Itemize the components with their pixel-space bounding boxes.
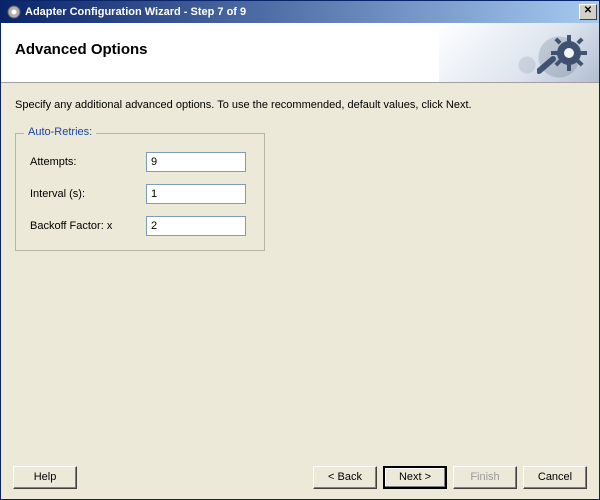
group-legend: Auto-Retries: bbox=[24, 126, 96, 138]
content-area: Specify any additional advanced options.… bbox=[1, 83, 599, 455]
backoff-row: Backoff Factor: x bbox=[30, 216, 250, 236]
attempts-label: Attempts: bbox=[30, 156, 146, 168]
interval-input[interactable] bbox=[146, 184, 246, 204]
backoff-input[interactable] bbox=[146, 216, 246, 236]
backoff-label: Backoff Factor: x bbox=[30, 220, 146, 232]
button-bar: Help < Back Next > Finish Cancel bbox=[1, 455, 599, 499]
header-panel: Advanced Options bbox=[1, 23, 599, 83]
app-icon bbox=[7, 5, 21, 19]
titlebar: Adapter Configuration Wizard - Step 7 of… bbox=[1, 1, 599, 23]
wizard-window: Adapter Configuration Wizard - Step 7 of… bbox=[0, 0, 600, 500]
interval-row: Interval (s): bbox=[30, 184, 250, 204]
attempts-row: Attempts: bbox=[30, 152, 250, 172]
finish-button[interactable]: Finish bbox=[453, 466, 517, 489]
window-title: Adapter Configuration Wizard - Step 7 of… bbox=[25, 6, 579, 18]
page-title: Advanced Options bbox=[15, 41, 148, 58]
next-button[interactable]: Next > bbox=[383, 466, 447, 489]
back-button[interactable]: < Back bbox=[313, 466, 377, 489]
cancel-button[interactable]: Cancel bbox=[523, 466, 587, 489]
auto-retries-group: Auto-Retries: Attempts: Interval (s): Ba… bbox=[15, 133, 265, 251]
interval-label: Interval (s): bbox=[30, 188, 146, 200]
gear-icon bbox=[537, 27, 593, 83]
instruction-text: Specify any additional advanced options.… bbox=[15, 99, 585, 111]
attempts-input[interactable] bbox=[146, 152, 246, 172]
close-button[interactable]: ✕ bbox=[579, 4, 597, 20]
help-button[interactable]: Help bbox=[13, 466, 77, 489]
header-art bbox=[439, 23, 599, 83]
